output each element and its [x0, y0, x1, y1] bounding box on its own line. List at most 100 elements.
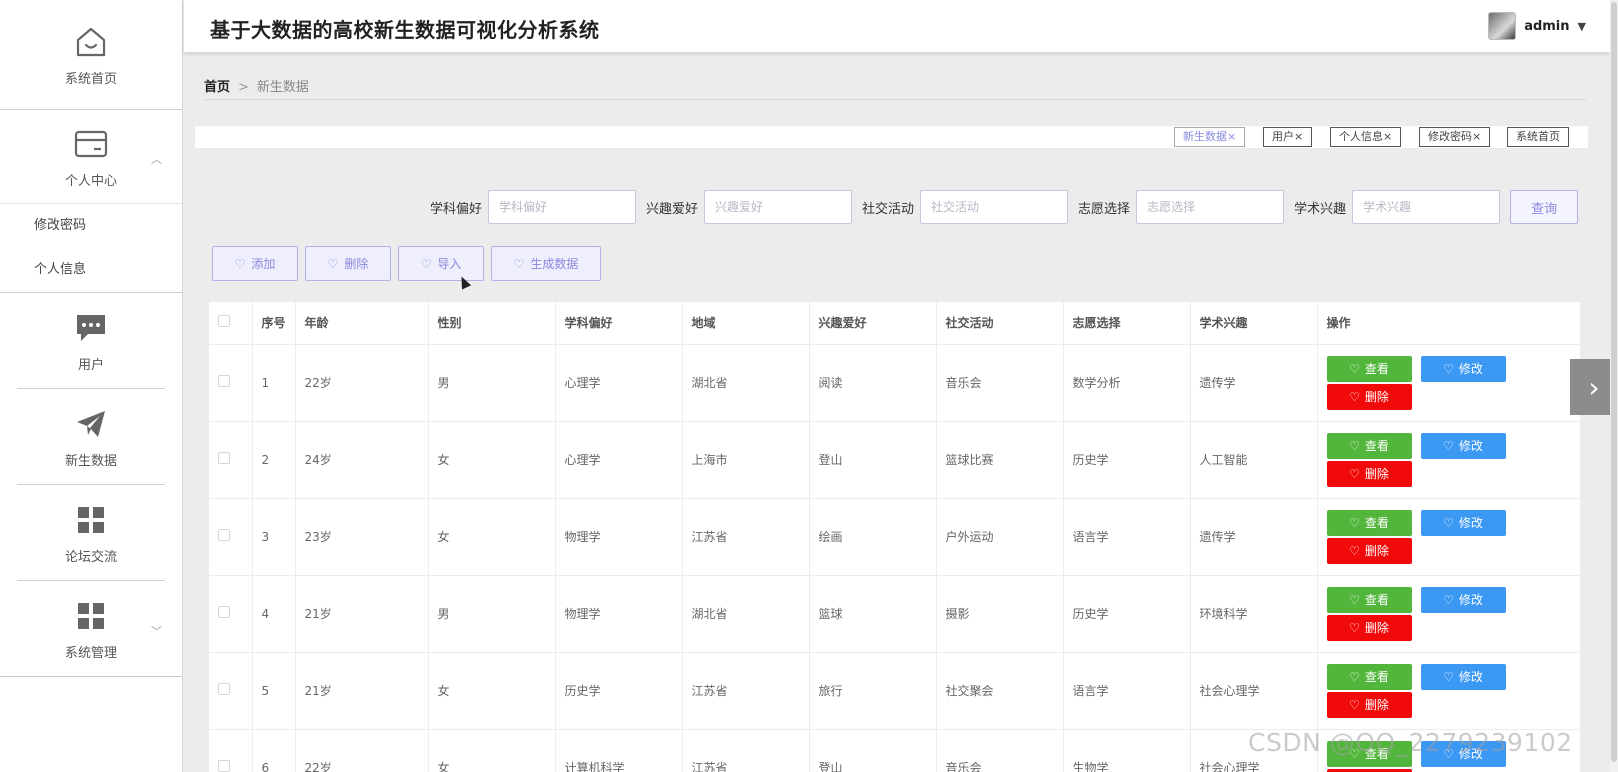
checkbox[interactable]	[218, 760, 230, 772]
view-label: 查看	[1364, 516, 1389, 530]
row-delete-button[interactable]: ♡删除	[1326, 768, 1412, 772]
header-gender: 性别	[428, 302, 556, 345]
delete-button-label: 删除	[344, 257, 369, 271]
checkbox[interactable]	[218, 606, 230, 618]
row-delete-button[interactable]: ♡删除	[1326, 460, 1412, 487]
action-bar: ♡ 添加 ♡ 删除 ♡ 导入 ♡ 生成数据	[212, 246, 601, 281]
query-button[interactable]: 查询	[1510, 190, 1579, 224]
sidebar-item-system[interactable]: 系统管理 ﹀	[0, 581, 182, 677]
checkbox[interactable]	[218, 452, 230, 464]
edit-button[interactable]: ♡ 修改	[1420, 509, 1506, 536]
heart-icon: ♡	[1349, 620, 1360, 635]
vertical-scrollbar[interactable]	[1610, 0, 1618, 772]
search-input-volunteer[interactable]	[1136, 190, 1285, 224]
cell-region: 湖北省	[682, 344, 810, 422]
delete-button[interactable]: ♡ 删除	[305, 246, 391, 281]
add-button[interactable]: ♡ 添加	[212, 246, 298, 281]
row-select[interactable]	[209, 575, 253, 653]
submenu-item-profile[interactable]: 个人信息	[0, 248, 182, 292]
view-label: 查看	[1364, 670, 1389, 684]
header-hobby: 兴趣爱好	[809, 302, 937, 345]
cell-index: 2	[252, 421, 296, 499]
caret-down-icon: ▼	[1577, 19, 1586, 33]
view-button[interactable]: ♡ 查看	[1326, 509, 1412, 536]
view-button[interactable]: ♡ 查看	[1326, 586, 1412, 613]
delete-label: 删除	[1364, 544, 1389, 558]
tab-home[interactable]: 系统首页	[1507, 127, 1569, 147]
cell-hobby: 绘画	[809, 498, 937, 576]
search-label-social: 社交活动	[862, 201, 915, 217]
table-body: 1 22岁男心理学 湖北省 阅读 音乐会 数学分析 遗传学 ♡ 查看 ♡ 修改 ♡ 删除 2 24岁女心理学…	[209, 344, 1580, 772]
username: admin	[1524, 18, 1570, 34]
header-academic: 学术兴趣	[1190, 302, 1318, 345]
edit-button[interactable]: ♡ 修改	[1420, 586, 1506, 613]
sidebar-item-freshman[interactable]: 新生数据	[17, 389, 165, 485]
import-button[interactable]: ♡ 导入	[398, 246, 484, 281]
cell-index: 6	[252, 729, 296, 772]
sidebar-item-personal[interactable]: 个人中心 ︿	[0, 110, 182, 204]
cell-hobby: 登山	[809, 729, 937, 772]
cell-academic: 遗传学	[1190, 498, 1318, 576]
cell-academic: 遗传学	[1190, 344, 1318, 422]
row-select[interactable]	[209, 729, 253, 772]
row-delete-button[interactable]: ♡ 删除	[1326, 537, 1412, 564]
sidebar-item-home[interactable]: 系统首页	[0, 0, 182, 110]
table-row: 2 24岁女心理学 上海市 登山 篮球比赛 历史学 人工智能 ♡ 查看 ♡ 修改 ♡ 删除	[209, 421, 1580, 499]
checkbox[interactable]	[218, 683, 230, 695]
row-delete-button[interactable]: ♡删除	[1326, 691, 1412, 718]
row-select[interactable]	[209, 344, 253, 422]
checkbox[interactable]	[218, 315, 230, 328]
table-header-row: 序号 年龄 性别 学科偏好 地域 兴趣爱好 社交活动 志愿选择 学术兴趣 操作	[209, 302, 1580, 345]
search-input-subject[interactable]	[488, 190, 637, 224]
cell-social: 摄影	[936, 575, 1064, 653]
header-subject: 学科偏好	[555, 302, 683, 345]
tab-change-password[interactable]: 修改密码×	[1419, 127, 1491, 147]
view-button[interactable]: ♡ 查看	[1326, 432, 1412, 459]
heart-icon: ♡	[1349, 543, 1360, 558]
row-select[interactable]	[209, 498, 253, 576]
cell-index: 1	[252, 344, 296, 422]
breadcrumb-current: 新生数据	[256, 80, 309, 95]
search-input-academic[interactable]	[1352, 190, 1501, 224]
tab-profile[interactable]: 个人信息×	[1330, 127, 1402, 147]
delete-label: 删除	[1364, 698, 1389, 712]
sidebar-item-forum[interactable]: 论坛交流	[17, 485, 165, 581]
checkbox[interactable]	[218, 375, 230, 387]
edit-button[interactable]: ♡ 修改	[1420, 663, 1506, 690]
heart-icon: ♡	[1349, 592, 1360, 607]
row-select[interactable]	[209, 421, 253, 499]
header-select-all[interactable]	[209, 302, 253, 345]
breadcrumb-home[interactable]: 首页	[204, 80, 230, 95]
view-button[interactable]: ♡ 查看	[1326, 355, 1412, 382]
cell-region: 江苏省	[682, 498, 810, 576]
tab-user[interactable]: 用户×	[1263, 127, 1313, 147]
scrollbar-thumb[interactable]	[1611, 2, 1617, 762]
checkbox[interactable]	[218, 529, 230, 541]
cell-gender: 男	[428, 575, 556, 653]
cell-subject: 物理学	[555, 575, 683, 653]
cell-region: 上海市	[682, 421, 810, 499]
submenu-item-change-password[interactable]: 修改密码	[0, 204, 182, 248]
chevron-down-icon: ﹀	[151, 624, 162, 638]
sidebar-item-user[interactable]: 用户	[17, 293, 165, 389]
view-button[interactable]: ♡ 查看	[1326, 663, 1412, 690]
edit-button[interactable]: ♡ 修改	[1420, 355, 1506, 382]
tab-freshman[interactable]: 新生数据×	[1174, 127, 1246, 147]
cell-volunteer: 历史学	[1063, 575, 1191, 653]
user-menu[interactable]: admin ▼	[1488, 12, 1586, 40]
cell-operations: ♡ 查看 ♡ 修改 ♡ 删除	[1317, 652, 1580, 730]
search-input-social[interactable]	[920, 190, 1069, 224]
cell-index: 5	[252, 652, 296, 730]
edit-button[interactable]: ♡ 修改	[1420, 432, 1506, 459]
cell-subject: 心理学	[555, 421, 683, 499]
cell-hobby: 登山	[809, 421, 937, 499]
generate-data-button[interactable]: ♡ 生成数据	[491, 246, 601, 281]
view-label: 查看	[1364, 593, 1389, 607]
cell-gender: 女	[428, 652, 556, 730]
row-select[interactable]	[209, 652, 253, 730]
row-delete-button[interactable]: ♡删除	[1326, 383, 1412, 410]
row-delete-button[interactable]: ♡删除	[1326, 614, 1412, 641]
cell-volunteer: 语言学	[1063, 652, 1191, 730]
heart-icon: ♡	[1443, 438, 1454, 453]
search-input-hobby[interactable]	[704, 190, 853, 224]
